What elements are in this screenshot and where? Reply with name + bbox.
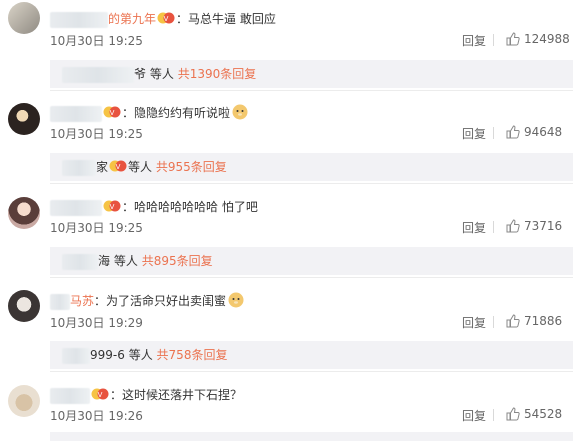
comment-content: 的第九年 V ：马总牛逼 敢回应 (50, 10, 276, 28)
blurred-username[interactable] (50, 11, 108, 28)
comment-text: ：为了活命只好出卖闺蜜 (94, 294, 227, 308)
avatar[interactable] (8, 103, 40, 135)
svg-text:V: V (98, 391, 103, 399)
like-button[interactable]: 71886 (506, 314, 562, 328)
thumbs-up-icon (506, 314, 520, 328)
sub-reply-others: 等人 (113, 254, 138, 268)
reply-button[interactable]: 回复 (462, 32, 486, 49)
blurred-username (62, 66, 134, 83)
vip-badge-icon: V (103, 200, 121, 212)
comment-text: ：马总牛逼 敢回应 (176, 12, 276, 26)
divider (493, 34, 494, 46)
like-button[interactable]: 94648 (506, 125, 562, 139)
avatar[interactable] (8, 197, 40, 229)
username[interactable]: 马苏 (70, 294, 94, 308)
sub-reply-user-suffix: 海 (98, 254, 111, 268)
divider (493, 127, 494, 139)
sub-replies-bar[interactable]: 海 等人 共895条回复 (50, 247, 573, 275)
like-button[interactable]: 73716 (506, 219, 562, 233)
avatar[interactable] (8, 385, 40, 417)
svg-text:V: V (110, 203, 115, 211)
comment-time: 10月30日 19:25 (50, 221, 143, 235)
like-count: 71886 (524, 314, 563, 328)
separator (50, 277, 573, 278)
comment-time: 10月30日 19:25 (50, 34, 143, 48)
blurred-username[interactable] (50, 199, 102, 216)
sub-replies-bar[interactable]: 爷 等人 共1390条回复 (50, 60, 573, 88)
svg-text:V: V (110, 109, 115, 117)
separator (50, 183, 573, 184)
vip-badge-icon: V (109, 160, 127, 172)
like-count: 54528 (524, 407, 563, 421)
thumbs-up-icon (506, 32, 520, 46)
comment-content: V ：这时候还落井下石捏？ (50, 386, 242, 404)
sub-reply-user-suffix: 爷 (134, 67, 147, 81)
comment-time: 10月30日 19:26 (50, 409, 143, 423)
comment-content: V ：哈哈哈哈哈哈哈 怕了吧 (50, 198, 258, 216)
reply-button[interactable]: 回复 (462, 407, 486, 424)
doge-emoji-icon (232, 104, 248, 120)
divider (493, 221, 494, 233)
sub-reply-others: 等人 (149, 67, 174, 81)
svg-text:V: V (164, 15, 169, 23)
blurred-username (62, 159, 96, 176)
sub-replies-bar (50, 432, 573, 441)
comment-text: ：这时候还落井下石捏？ (110, 388, 243, 402)
comment-text: ：隐隐约约有听说啦 (122, 106, 231, 120)
sub-reply-user-suffix: 家 (96, 160, 109, 174)
like-count: 124988 (524, 32, 570, 46)
separator (50, 371, 573, 372)
blurred-username[interactable] (50, 387, 90, 404)
blurred-username (62, 253, 98, 270)
like-button[interactable]: 54528 (506, 407, 562, 421)
sub-reply-user-suffix: 999-6 (90, 348, 125, 362)
vip-badge-icon: V (157, 12, 175, 24)
comment-time: 10月30日 19:29 (50, 316, 143, 330)
comment-content: 马苏：为了活命只好出卖闺蜜 (50, 292, 244, 310)
vip-badge-icon: V (91, 388, 109, 400)
blurred-username[interactable] (50, 293, 70, 310)
reply-button[interactable]: 回复 (462, 219, 486, 236)
blurred-username[interactable] (50, 105, 102, 122)
like-count: 94648 (524, 125, 563, 139)
reply-button[interactable]: 回复 (462, 125, 486, 142)
reply-button[interactable]: 回复 (462, 314, 486, 331)
view-more-replies-link[interactable]: 共955条回复 (156, 160, 227, 174)
like-button[interactable]: 124988 (506, 32, 570, 46)
vip-badge-icon: V (103, 106, 121, 118)
avatar[interactable] (8, 2, 40, 34)
comment-text: ：哈哈哈哈哈哈哈 怕了吧 (122, 200, 258, 214)
svg-text:V: V (116, 163, 121, 171)
view-more-replies-link[interactable]: 共758条回复 (157, 348, 228, 362)
comment-time: 10月30日 19:25 (50, 127, 143, 141)
divider (493, 409, 494, 421)
thumbs-up-icon (506, 125, 520, 139)
sub-reply-others: 等人 (128, 348, 153, 362)
sub-replies-bar[interactable]: 999-6 等人 共758条回复 (50, 341, 573, 369)
comment-content: V ：隐隐约约有听说啦 (50, 104, 248, 122)
thumbs-up-icon (506, 219, 520, 233)
avatar[interactable] (8, 290, 40, 322)
sub-replies-bar[interactable]: 家 V 等人 共955条回复 (50, 153, 573, 181)
view-more-replies-link[interactable]: 共895条回复 (142, 254, 213, 268)
sub-reply-others: 等人 (128, 160, 153, 174)
username[interactable]: 的第九年 (108, 12, 156, 26)
divider (493, 316, 494, 328)
doge-emoji-icon (228, 292, 244, 308)
blurred-username (62, 347, 90, 364)
view-more-replies-link[interactable]: 共1390条回复 (178, 67, 257, 81)
like-count: 73716 (524, 219, 563, 233)
separator (50, 90, 573, 91)
thumbs-up-icon (506, 407, 520, 421)
